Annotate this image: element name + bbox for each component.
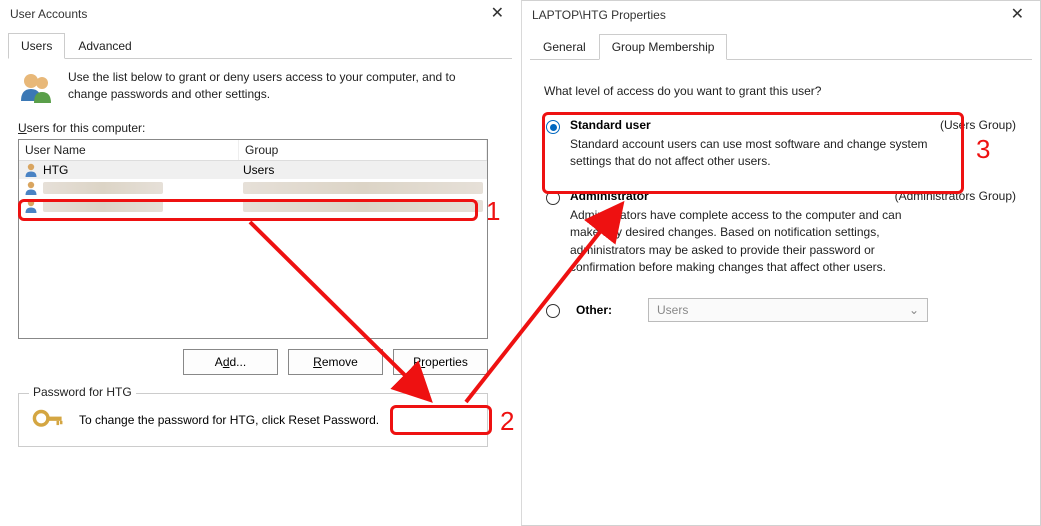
people-icon [18,69,54,105]
radio-description: Standard account users can use most soft… [570,136,930,171]
radio-icon[interactable] [546,120,560,134]
close-icon[interactable]: ✕ [485,6,510,22]
radio-group-label: (Administrators Group) [895,189,1016,203]
user-icon [23,180,39,196]
radio-description: Administrators have complete access to t… [570,207,930,277]
radio-other[interactable]: Other: Users ⌄ [540,294,1022,326]
user-icon [23,162,39,178]
user-accounts-dialog: User Accounts ✕ Users Advanced Use the l… [0,0,520,526]
listbox-header: User Name Group [19,140,487,161]
radio-standard-user[interactable]: Standard user (Users Group) Standard acc… [540,114,1022,175]
titlebar: LAPTOP\HTG Properties ✕ [522,1,1040,29]
cell-username: HTG [43,163,68,177]
radio-icon[interactable] [546,191,560,205]
tab-users[interactable]: Users [8,33,65,59]
tab-strip: General Group Membership [530,33,1032,60]
tab-strip: Users Advanced [8,32,512,59]
other-group-combo[interactable]: Users ⌄ [648,298,928,322]
close-icon[interactable]: ✕ [1005,7,1030,23]
cell-group: Users [243,163,483,177]
remove-button[interactable]: Remove [288,349,383,375]
dialog-title: LAPTOP\HTG Properties [532,8,666,22]
radio-label: Other: [576,303,632,317]
radio-icon[interactable] [546,304,560,318]
intro-text: Use the list below to grant or deny user… [68,69,468,104]
users-listbox[interactable]: User Name Group HTG Users [18,139,488,339]
radio-group-label: (Users Group) [940,118,1016,132]
chevron-down-icon: ⌄ [909,303,919,317]
properties-button[interactable]: Properties [393,349,488,375]
col-group[interactable]: Group [239,140,487,160]
tab-group-membership[interactable]: Group Membership [599,34,728,60]
users-label: Users for this computer: [18,121,502,135]
dialog-title: User Accounts [10,7,87,21]
radio-label: Standard user [570,118,651,132]
radio-label: Administrator [570,189,649,203]
col-username[interactable]: User Name [19,140,239,160]
key-icon [31,406,65,434]
radio-administrator[interactable]: Administrator (Administrators Group) Adm… [540,185,1022,281]
table-row[interactable] [19,197,487,215]
user-icon [23,198,39,214]
tab-general[interactable]: General [530,34,599,60]
password-fieldset: Password for HTG To change the password … [18,393,488,447]
password-legend: Password for HTG [29,385,136,399]
table-row[interactable]: HTG Users [19,161,487,179]
combo-value: Users [657,303,688,317]
titlebar: User Accounts ✕ [0,0,520,28]
table-row[interactable] [19,179,487,197]
password-text: To change the password for HTG, click Re… [79,413,379,427]
access-question: What level of access do you want to gran… [544,84,1018,98]
add-button[interactable]: Add... [183,349,278,375]
tab-advanced[interactable]: Advanced [65,33,144,59]
properties-dialog: LAPTOP\HTG Properties ✕ General Group Me… [521,0,1041,526]
